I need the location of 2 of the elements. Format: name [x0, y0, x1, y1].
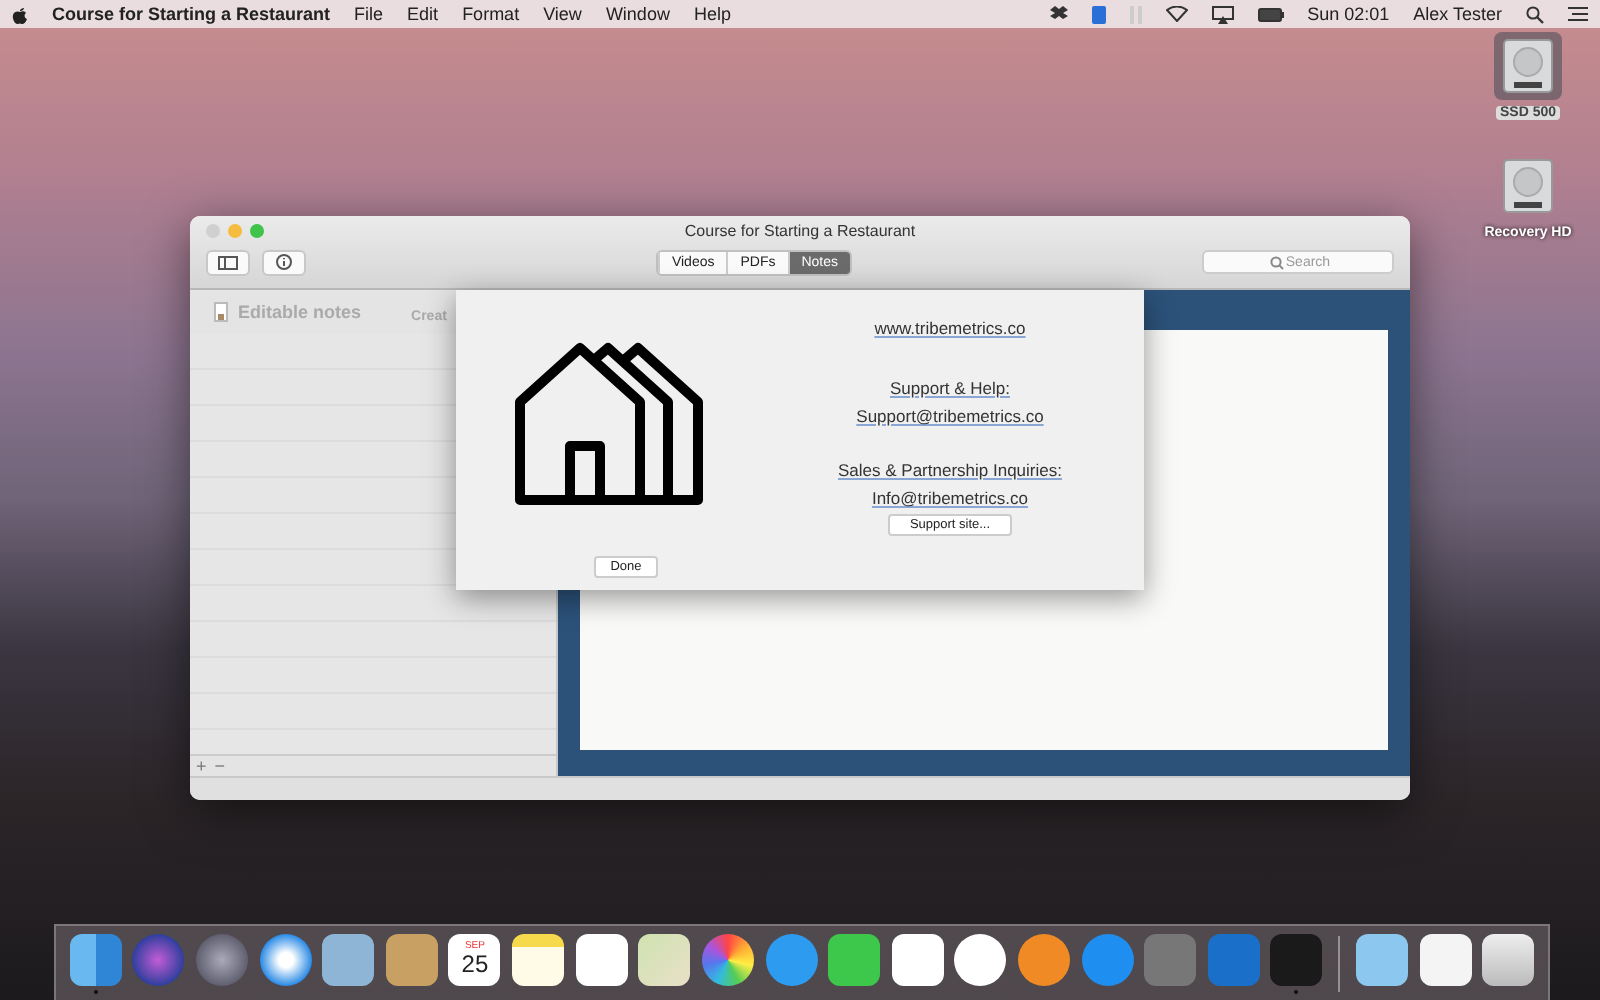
window-title: Course for Starting a Restaurant — [682, 221, 918, 239]
calendar-day: 25 — [461, 952, 489, 978]
